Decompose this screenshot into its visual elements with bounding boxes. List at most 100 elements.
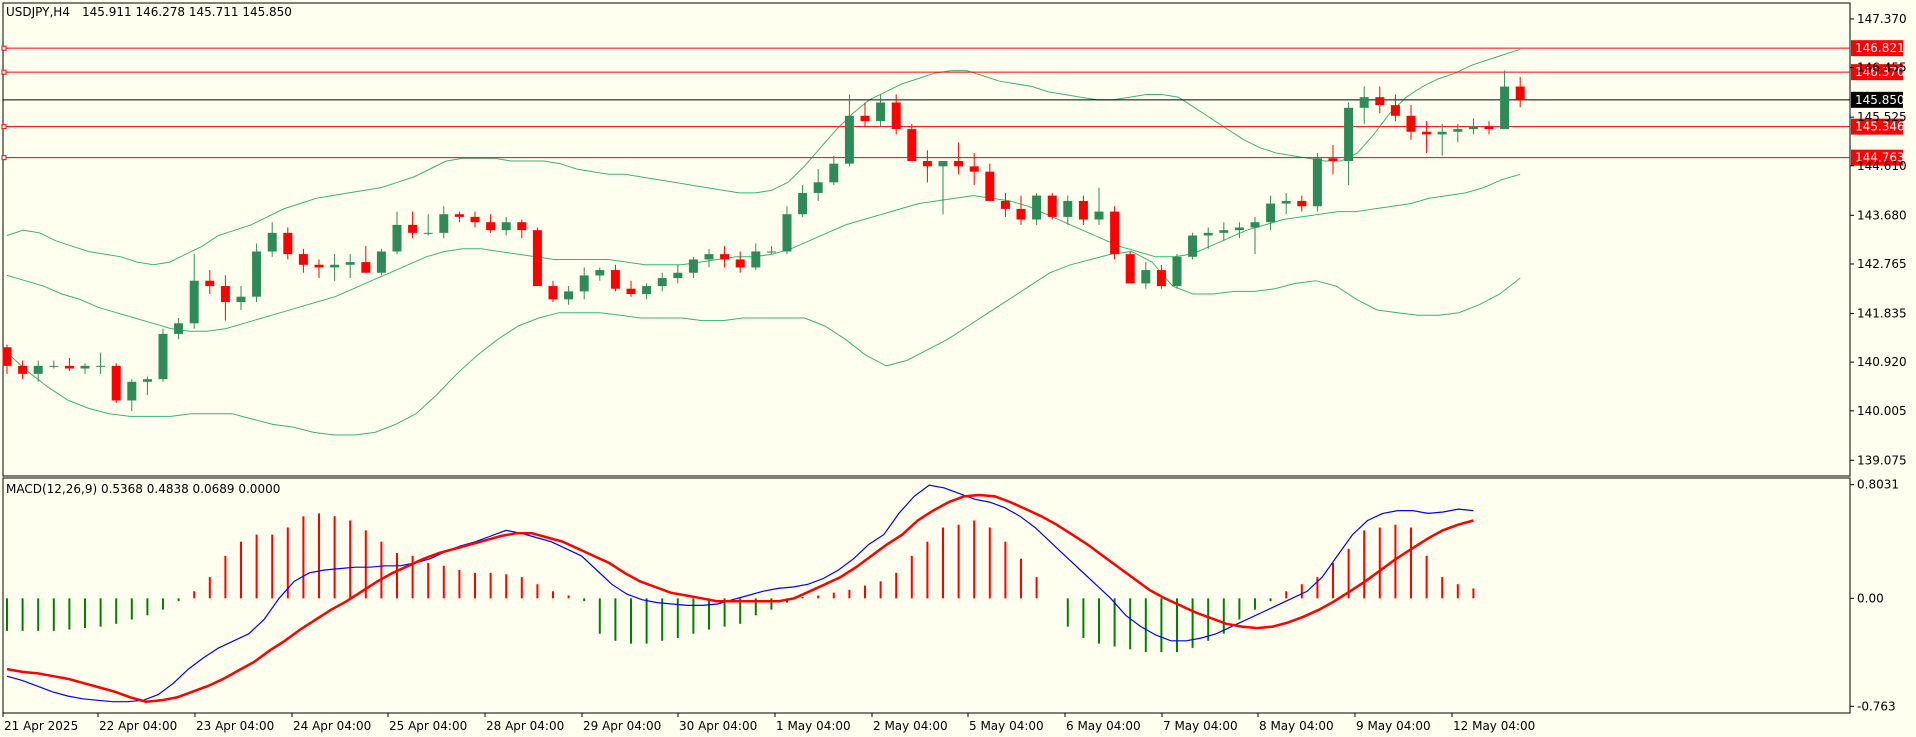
candle-body[interactable] (922, 161, 932, 167)
candle-body[interactable] (1172, 256, 1182, 287)
candle-body[interactable] (314, 264, 324, 268)
candle-body[interactable] (1078, 200, 1088, 220)
candle-body[interactable] (673, 272, 683, 279)
candle-body[interactable] (361, 262, 371, 273)
candle-body[interactable] (298, 254, 308, 265)
candle-body[interactable] (517, 222, 527, 231)
candle-body[interactable] (1156, 270, 1166, 287)
candle-body[interactable] (642, 286, 652, 295)
candle-body[interactable] (64, 365, 74, 369)
candle-body[interactable] (1515, 86, 1525, 100)
candle-body[interactable] (174, 323, 184, 334)
candle-body[interactable] (954, 161, 964, 167)
candle-body[interactable] (236, 296, 246, 303)
candle-body[interactable] (891, 102, 901, 130)
candle-body[interactable] (252, 251, 262, 297)
candle-body[interactable] (626, 288, 636, 295)
candle-body[interactable] (408, 224, 418, 233)
candle-body[interactable] (1219, 230, 1229, 233)
candle-body[interactable] (969, 166, 979, 172)
candle-body[interactable] (439, 214, 449, 233)
candle-body[interactable] (548, 286, 558, 300)
candle-body[interactable] (1110, 211, 1120, 255)
candle-body[interactable] (1375, 97, 1385, 106)
candle-body[interactable] (829, 163, 839, 183)
candle-body[interactable] (876, 102, 886, 122)
candle-body[interactable] (1297, 200, 1307, 207)
candle-body[interactable] (1344, 107, 1354, 162)
level-handle[interactable] (1, 155, 7, 161)
candle-body[interactable] (844, 115, 854, 164)
candle-body[interactable] (579, 275, 589, 292)
candle-body[interactable] (1422, 131, 1432, 135)
candle-body[interactable] (96, 365, 106, 367)
candle-body[interactable] (220, 286, 230, 303)
candle-body[interactable] (189, 280, 199, 324)
candle-body[interactable] (1188, 235, 1198, 257)
candle-body[interactable] (610, 270, 620, 289)
level-handle[interactable] (1, 69, 7, 75)
candle-body[interactable] (1032, 195, 1042, 220)
candle-body[interactable] (938, 161, 948, 167)
candle-body[interactable] (860, 115, 870, 122)
candle-body[interactable] (283, 232, 293, 255)
candle-body[interactable] (1000, 200, 1010, 209)
candle-body[interactable] (1468, 126, 1478, 130)
candle-body[interactable] (18, 365, 28, 374)
candle-body[interactable] (1453, 129, 1463, 132)
candle-body[interactable] (766, 251, 776, 253)
candle-body[interactable] (1047, 195, 1057, 217)
candle-body[interactable] (688, 259, 698, 273)
candle-body[interactable] (49, 365, 59, 367)
candle-body[interactable] (813, 182, 823, 193)
candle-body[interactable] (751, 251, 761, 268)
candle-body[interactable] (907, 129, 917, 162)
candle-body[interactable] (1125, 254, 1135, 284)
candle-body[interactable] (595, 270, 605, 276)
candle-body[interactable] (1359, 97, 1369, 108)
candle-body[interactable] (501, 222, 511, 231)
candle-body[interactable] (486, 222, 496, 231)
candle-body[interactable] (345, 262, 355, 265)
candle-body[interactable] (1250, 222, 1260, 228)
candle-body[interactable] (1203, 232, 1213, 236)
price-chart[interactable]: 146.821146.370145.346144.763145.850 147.… (0, 0, 1916, 737)
candle-body[interactable] (2, 347, 12, 366)
candle-body[interactable] (1390, 105, 1400, 116)
candle-body[interactable] (142, 379, 152, 382)
candle-body[interactable] (1141, 270, 1151, 284)
candle-body[interactable] (330, 264, 340, 268)
candle-body[interactable] (80, 365, 90, 369)
candle-body[interactable] (470, 216, 480, 223)
candle-body[interactable] (454, 214, 464, 217)
candle-body[interactable] (564, 291, 574, 300)
candle-body[interactable] (158, 333, 168, 380)
candle-body[interactable] (704, 254, 714, 260)
candle-body[interactable] (985, 171, 995, 201)
candle-body[interactable] (1016, 208, 1026, 220)
candle-body[interactable] (111, 365, 121, 401)
candle-body[interactable] (1484, 126, 1494, 130)
candle-body[interactable] (720, 254, 730, 260)
candle-body[interactable] (1406, 115, 1416, 132)
candle-body[interactable] (1312, 158, 1322, 207)
candle-body[interactable] (1328, 158, 1338, 162)
candle-body[interactable] (657, 278, 667, 287)
candle-body[interactable] (1234, 227, 1244, 231)
candle-body[interactable] (1500, 86, 1510, 130)
candle-body[interactable] (127, 381, 137, 401)
candle-body[interactable] (1063, 200, 1073, 217)
candle-body[interactable] (392, 224, 402, 252)
candle-body[interactable] (33, 365, 43, 374)
level-handle[interactable] (1, 124, 7, 130)
candle-body[interactable] (1281, 200, 1291, 204)
candle-body[interactable] (376, 251, 386, 273)
candle-body[interactable] (1437, 131, 1447, 135)
candle-body[interactable] (267, 232, 277, 252)
candle-body[interactable] (735, 259, 745, 268)
candle-body[interactable] (782, 214, 792, 252)
candle-body[interactable] (205, 280, 215, 287)
candle-body[interactable] (423, 232, 433, 234)
level-handle[interactable] (1, 45, 7, 51)
candle-body[interactable] (798, 192, 808, 215)
